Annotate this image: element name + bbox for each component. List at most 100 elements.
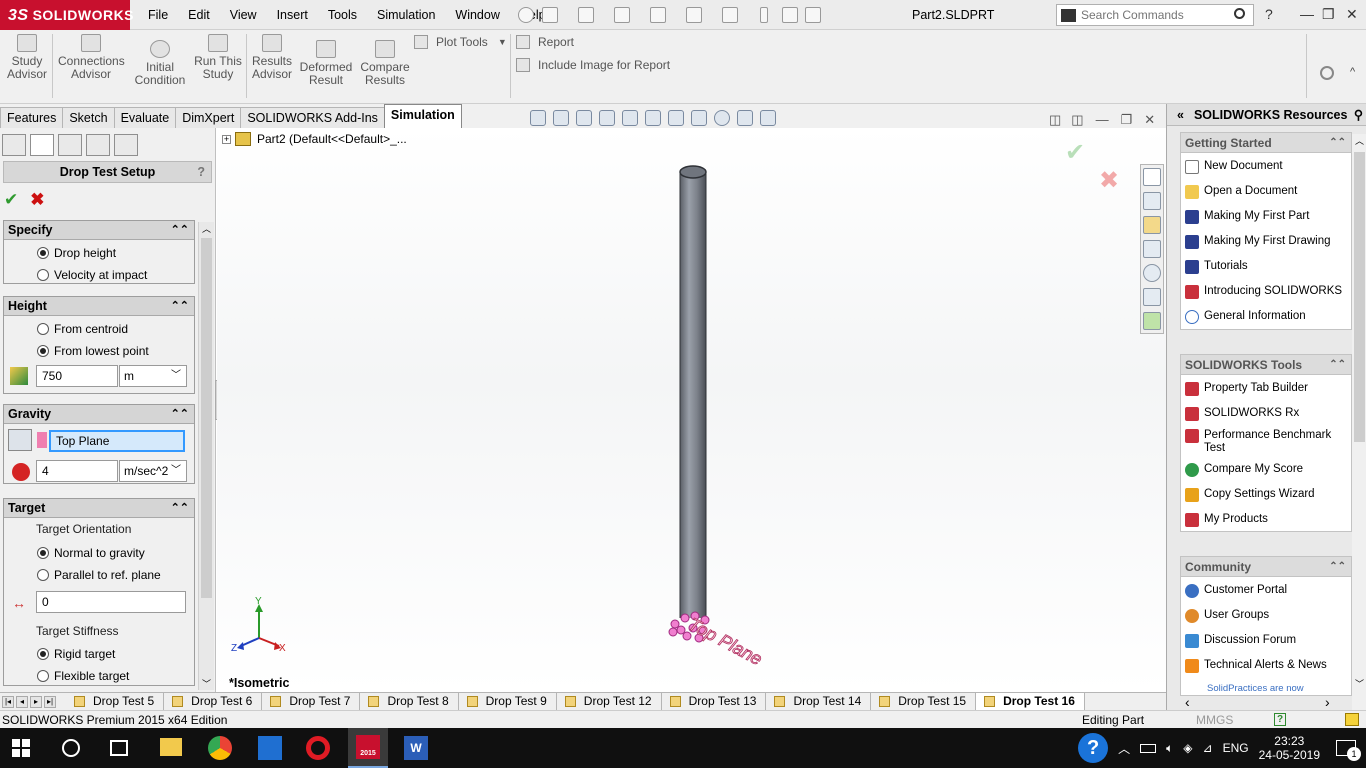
section-header[interactable]: SOLIDWORKS Tools ⌃⌃ — [1181, 355, 1351, 375]
chevron-up-icon[interactable]: ⌃⌃ — [171, 499, 189, 518]
radio-drop-height[interactable]: Drop height — [37, 246, 116, 260]
new-document-icon[interactable] — [542, 7, 558, 23]
minimize-icon[interactable]: — — [1300, 6, 1314, 22]
study-tab-active[interactable]: Drop Test 16 — [976, 693, 1085, 710]
split-horizontal-icon[interactable]: ◫ — [1049, 112, 1061, 128]
study-tab[interactable]: Drop Test 14 — [766, 693, 872, 710]
chrome-icon[interactable] — [208, 736, 232, 760]
technical-alerts-link[interactable]: Technical Alerts & News — [1185, 659, 1327, 673]
general-information-link[interactable]: General Information — [1185, 310, 1306, 324]
action-center-icon[interactable]: 1 — [1336, 740, 1361, 761]
split-vertical-icon[interactable]: ◫ — [1071, 112, 1083, 128]
chevron-up-icon[interactable]: ⌃⌃ — [1329, 557, 1346, 577]
pane-scroll-left-icon[interactable]: ‹ — [1185, 694, 1190, 710]
scroll-down-icon[interactable]: ﹀ — [1352, 677, 1366, 690]
copy-settings-wizard-link[interactable]: Copy Settings Wizard — [1185, 488, 1315, 502]
solidworks-taskbar-button[interactable]: 2015 — [348, 728, 388, 768]
opera-icon[interactable] — [306, 736, 330, 760]
dropbox-icon[interactable]: ◈ — [1183, 741, 1192, 755]
radio-velocity-at-impact[interactable]: Velocity at impact — [37, 268, 147, 282]
clock[interactable]: 23:23 24-05-2019 — [1259, 734, 1320, 762]
tutorials-link[interactable]: Tutorials — [1185, 260, 1248, 274]
group-header[interactable]: Gravity ⌃⌃ — [4, 405, 194, 424]
introducing-solidworks-link[interactable]: Introducing SOLIDWORKS — [1185, 285, 1342, 299]
first-part-link[interactable]: Making My First Part — [1185, 210, 1309, 224]
menu-tools[interactable]: Tools — [318, 0, 367, 30]
study-tab[interactable]: Drop Test 8 — [360, 693, 459, 710]
hide-show-items-icon[interactable] — [691, 110, 707, 126]
study-tab[interactable]: Drop Test 6 — [164, 693, 263, 710]
edit-appearance-icon[interactable] — [714, 110, 730, 126]
new-document-link[interactable]: New Document — [1185, 160, 1283, 174]
menu-simulation[interactable]: Simulation — [367, 0, 445, 30]
study-tab[interactable]: Drop Test 7 — [262, 693, 361, 710]
view-orientation-icon[interactable] — [645, 110, 661, 126]
feature-manager-tab-icon[interactable] — [2, 134, 26, 156]
graphics-area[interactable]: + Part2 (Default<<Default>_... ✔ ✖ Top P… — [217, 128, 1166, 692]
group-header[interactable]: Specify ⌃⌃ — [4, 221, 194, 240]
run-this-study-button[interactable]: Run This Study — [192, 34, 244, 81]
section-header[interactable]: Getting Started ⌃⌃ — [1181, 133, 1351, 153]
solidpractices-link[interactable]: SolidPractices are now — [1207, 683, 1304, 694]
chevron-up-icon[interactable]: ^ — [1350, 66, 1355, 78]
chevron-up-icon[interactable]: ⌃⌃ — [1329, 133, 1346, 153]
section-view-icon[interactable] — [599, 110, 615, 126]
scrollbar-thumb[interactable] — [1354, 152, 1365, 442]
tab-evaluate[interactable]: Evaluate — [113, 107, 177, 128]
include-image-button[interactable]: Include Image for Report — [516, 58, 670, 72]
radio-rigid-target[interactable]: Rigid target — [37, 647, 115, 661]
menu-insert[interactable]: Insert — [267, 0, 318, 30]
property-tab-builder-link[interactable]: Property Tab Builder — [1185, 382, 1308, 396]
height-value-input[interactable]: 750 — [36, 365, 118, 387]
file-explorer-icon[interactable] — [160, 738, 182, 756]
view-palette-icon[interactable] — [1143, 240, 1161, 258]
section-header[interactable]: Community ⌃⌃ — [1181, 557, 1351, 577]
group-header[interactable]: Target ⌃⌃ — [4, 499, 194, 518]
gravity-value-input[interactable]: 4 — [36, 460, 118, 482]
pin-icon[interactable]: ⚲ — [1354, 104, 1363, 126]
last-tab-icon[interactable]: ▸| — [44, 695, 56, 708]
panel-scrollbar[interactable]: ︿ ﹀ — [198, 222, 214, 690]
language-indicator[interactable]: ENG — [1223, 741, 1249, 755]
help-status-icon[interactable]: ? — [1274, 713, 1286, 726]
volume-icon[interactable]: 🔈︎ — [1166, 741, 1173, 756]
customer-portal-link[interactable]: Customer Portal — [1185, 584, 1287, 598]
scroll-up-icon[interactable]: ︿ — [1352, 134, 1366, 147]
cylinder-model[interactable] — [679, 165, 707, 618]
tray-chevron-icon[interactable]: ︿ — [1118, 740, 1130, 757]
gravity-reference-field[interactable]: Top Plane — [49, 430, 185, 452]
zoom-to-area-icon[interactable] — [553, 110, 569, 126]
custom-properties-icon[interactable] — [1143, 288, 1161, 306]
chevron-down-icon[interactable]: ▼ — [498, 37, 507, 47]
restore-icon[interactable]: ❐ — [1322, 6, 1335, 23]
file-explorer-icon[interactable] — [1143, 216, 1161, 234]
save-icon[interactable] — [614, 7, 630, 23]
target-offset-input[interactable]: 0 — [36, 591, 186, 613]
search-icon[interactable] — [1234, 8, 1245, 19]
pane-scroll-right-icon[interactable]: › — [1325, 694, 1330, 710]
chevron-up-icon[interactable]: ⌃⌃ — [171, 405, 189, 424]
forum-icon[interactable] — [1143, 312, 1161, 330]
chevron-up-icon[interactable]: ⌃⌃ — [171, 297, 189, 316]
user-groups-link[interactable]: User Groups — [1185, 609, 1269, 623]
discussion-forum-link[interactable]: Discussion Forum — [1185, 634, 1296, 648]
study-tab[interactable]: Drop Test 13 — [662, 693, 767, 710]
menu-file[interactable]: File — [138, 0, 178, 30]
previous-view-icon[interactable] — [576, 110, 592, 126]
radio-flexible-target[interactable]: Flexible target — [37, 669, 129, 683]
height-unit-select[interactable]: m ﹀ — [119, 365, 187, 387]
options-icon[interactable] — [805, 7, 821, 23]
viewport-restore-icon[interactable]: ❐ — [1121, 112, 1133, 128]
chevron-up-icon[interactable]: ⌃⌃ — [171, 221, 189, 240]
dimxpert-manager-tab-icon[interactable] — [86, 134, 110, 156]
appearances-icon[interactable] — [1143, 264, 1161, 282]
scroll-down-icon[interactable]: ﹀ — [199, 677, 214, 690]
scroll-up-icon[interactable]: ︿ — [199, 222, 214, 235]
open-document-link[interactable]: Open a Document — [1185, 185, 1297, 199]
tab-dimxpert[interactable]: DimXpert — [175, 107, 242, 128]
radio-parallel-to-ref-plane[interactable]: Parallel to ref. plane — [37, 568, 161, 582]
report-button[interactable]: Report — [516, 35, 574, 49]
property-manager-tab-icon[interactable] — [30, 134, 54, 156]
tab-features[interactable]: Features — [0, 107, 64, 128]
first-drawing-link[interactable]: Making My First Drawing — [1185, 235, 1331, 249]
